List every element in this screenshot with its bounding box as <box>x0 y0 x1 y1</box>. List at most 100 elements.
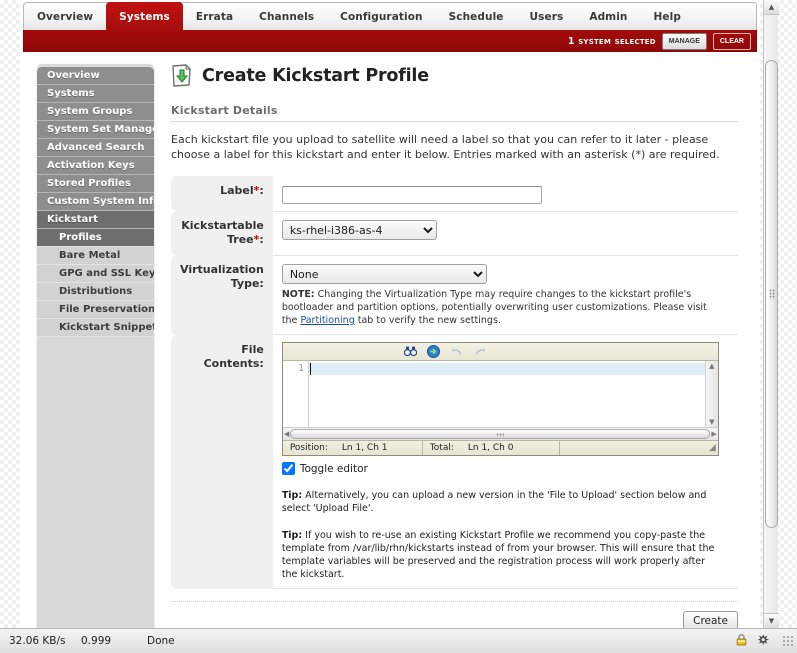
toggle-editor-checkbox[interactable] <box>282 462 295 475</box>
code-editor: 1 ▲ <box>282 342 719 456</box>
redo-icon[interactable] <box>473 345 487 359</box>
window-resize-grip[interactable] <box>782 635 794 647</box>
kickstart-details-form: Label*: Kickstartable Tree*: <box>171 176 738 589</box>
sidebar-item-system-groups[interactable]: System Groups <box>37 103 154 121</box>
editor-scroll-left-icon[interactable]: ◀ <box>284 430 289 438</box>
tip-upload: Tip: Alternatively, you can upload a new… <box>282 489 722 515</box>
form-row-file-contents: File Contents: <box>171 335 738 589</box>
lock-icon[interactable] <box>735 633 748 649</box>
nav-tab-help[interactable]: Help <box>641 3 694 30</box>
sidebar-item-activation-keys[interactable]: Activation Keys <box>37 157 154 175</box>
editor-code-area[interactable] <box>309 361 705 427</box>
editor-caret <box>310 363 311 375</box>
sidebar-item-overview[interactable]: Overview <box>37 67 154 85</box>
tip-reuse-prefix: Tip: <box>282 530 302 541</box>
editor-scroll-right-icon[interactable]: ▶ <box>711 430 716 438</box>
editor-scroll-up-icon[interactable]: ▲ <box>709 362 714 370</box>
sidebar-item-kickstart[interactable]: Kickstart <box>37 211 154 229</box>
tip-upload-text: Alternatively, you can upload a new vers… <box>282 490 707 514</box>
sidebar-item-kickstart-snippets[interactable]: Kickstart Snippets <box>37 319 154 337</box>
scrollbar-thumb[interactable] <box>765 60 778 528</box>
editor-hscroll-thumb[interactable] <box>290 429 710 439</box>
label-field-colon: : <box>259 184 263 197</box>
clear-button[interactable]: Clear <box>713 33 751 50</box>
page-title: Create Kickstart Profile <box>202 66 429 86</box>
toggle-editor-label: Toggle editor <box>300 463 368 475</box>
tree-field-cell: ks-rhel-i386-as-4 <box>273 211 738 255</box>
manage-button[interactable]: Manage <box>662 33 707 50</box>
editor-current-line <box>309 363 705 375</box>
create-button[interactable]: Create <box>683 611 738 628</box>
partitioning-link[interactable]: Partitioning <box>300 315 354 326</box>
kickstartable-tree-select[interactable]: ks-rhel-i386-as-4 <box>282 220 437 240</box>
sidebar-item-bare-metal[interactable]: Bare Metal <box>37 247 154 265</box>
page-title-row: Create Kickstart Profile <box>171 64 738 88</box>
nav-tab-channels[interactable]: Channels <box>246 3 327 30</box>
editor-line-number: 1 <box>298 363 304 374</box>
main-navigation-bar: Overview Systems Errata Channels Configu… <box>23 2 757 30</box>
toggle-editor-row[interactable]: Toggle editor <box>282 462 738 475</box>
browser-viewport: Overview Systems Errata Channels Configu… <box>0 0 780 628</box>
label-field-label: Label*: <box>171 176 273 211</box>
intro-text: Each kickstart file you upload to satell… <box>171 132 738 162</box>
label-field-cell <box>273 176 738 211</box>
transfer-rate: 32.06 KB/s <box>9 635 81 647</box>
editor-total-value: Ln 1, Ch 0 <box>468 443 514 453</box>
editor-total-cell: Total: Ln 1, Ch 0 <box>423 441 560 455</box>
undo-icon[interactable] <box>450 345 464 359</box>
sidebar-item-gpg-and-ssl-keys[interactable]: GPG and SSL Keys <box>37 265 154 283</box>
scroll-down-icon[interactable]: ▼ <box>764 613 779 628</box>
virt-note-prefix: NOTE: <box>282 289 315 300</box>
editor-vertical-scrollbar[interactable]: ▲ ▼ <box>705 361 718 427</box>
nav-tab-configuration[interactable]: Configuration <box>327 3 435 30</box>
editor-total-label: Total: <box>430 443 454 453</box>
editor-position-cell: Position: Ln 1, Ch 1 <box>283 441 423 455</box>
editor-scroll-down-icon[interactable]: ▼ <box>709 418 714 426</box>
page-vertical-scrollbar[interactable]: ▲ ▼ <box>763 0 778 628</box>
nav-tab-schedule[interactable]: Schedule <box>436 3 517 30</box>
sidebar-item-systems[interactable]: Systems <box>37 85 154 103</box>
form-row-label: Label*: <box>171 176 738 211</box>
virtualization-type-select[interactable]: None <box>282 264 487 284</box>
tip-reuse: Tip: If you wish to re-use an existing K… <box>282 529 722 581</box>
editor-resize-grip[interactable]: ◢ <box>560 441 718 455</box>
form-row-virtualization: Virtualization Type: None NOTE: Changing… <box>171 255 738 335</box>
sidebar-item-distributions[interactable]: Distributions <box>37 283 154 301</box>
find-icon[interactable] <box>404 345 418 359</box>
nav-tab-admin[interactable]: Admin <box>576 3 640 30</box>
goto-line-icon[interactable] <box>427 345 441 359</box>
content-area: Overview Systems System Groups System Se… <box>20 52 760 628</box>
virt-field-label-line1: Virtualization <box>180 263 264 277</box>
sidebar-item-advanced-search[interactable]: Advanced Search <box>37 139 154 157</box>
editor-body[interactable]: 1 ▲ <box>283 361 718 427</box>
editor-horizontal-scrollbar[interactable]: ◀ ▶ <box>283 427 718 440</box>
tree-field-label: Kickstartable Tree*: <box>171 211 273 255</box>
file-contents-label-line2: Contents: <box>180 357 264 371</box>
sidebar-item-custom-system-info[interactable]: Custom System Info <box>37 193 154 211</box>
tip-reuse-text: If you wish to re-use an existing Kickst… <box>282 530 715 580</box>
selected-systems-count: 1 System Selected <box>568 36 656 47</box>
sidebar-item-system-set-manager[interactable]: System Set Manager <box>37 121 154 139</box>
sidebar-navigation: Overview Systems System Groups System Se… <box>37 64 154 628</box>
label-field-label-text: Label <box>220 184 254 197</box>
sidebar-item-profiles[interactable]: Profiles <box>37 229 154 247</box>
nav-tab-users[interactable]: Users <box>517 3 577 30</box>
browser-status-bar: 32.06 KB/s 0.999 Done <box>0 628 797 653</box>
status-number: 0.999 <box>81 635 147 647</box>
nav-tab-errata[interactable]: Errata <box>183 3 246 30</box>
sidebar-item-stored-profiles[interactable]: Stored Profiles <box>37 175 154 193</box>
editor-position-label: Position: <box>290 443 328 453</box>
nav-tab-systems[interactable]: Systems <box>106 2 183 30</box>
virt-field-label: Virtualization Type: <box>171 255 273 335</box>
tip-upload-prefix: Tip: <box>282 490 302 501</box>
status-icons <box>735 633 770 649</box>
editor-position-value: Ln 1, Ch 1 <box>342 443 388 453</box>
nav-tab-overview[interactable]: Overview <box>24 3 106 30</box>
sidebar-item-file-preservation[interactable]: File Preservation <box>37 301 154 319</box>
label-input[interactable] <box>282 186 542 204</box>
tree-field-colon: : <box>259 233 263 246</box>
main-panel: Create Kickstart Profile Kickstart Detai… <box>154 64 760 628</box>
editor-gutter: 1 <box>283 361 309 427</box>
plugin-icon[interactable] <box>757 633 770 649</box>
scroll-up-icon[interactable]: ▲ <box>764 0 779 15</box>
